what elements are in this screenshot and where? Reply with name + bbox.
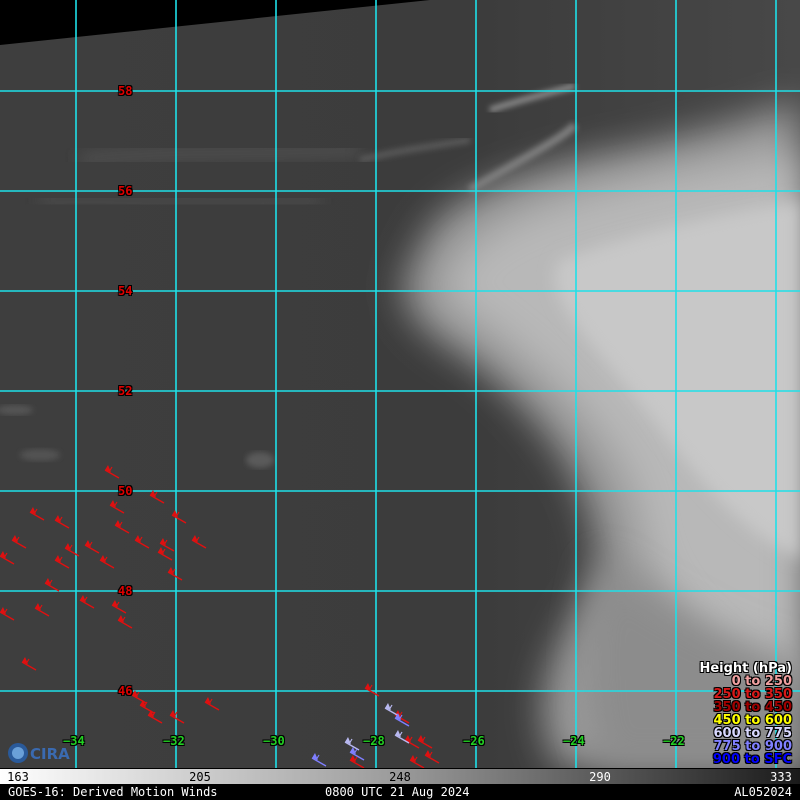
latitude-label: 58	[118, 84, 133, 98]
colorbar-label: 163	[7, 770, 29, 784]
storm-id: AL052024	[734, 785, 792, 799]
logo-text: CIRA	[30, 745, 70, 763]
colorbar-label: 333	[770, 770, 792, 784]
height-legend: Height (hPa) 0 to 250 250 to 350 350 to …	[699, 662, 792, 766]
colorbar-label: 205	[189, 770, 211, 784]
cira-logo: CIRA	[8, 743, 70, 763]
product-title: GOES-16: Derived Motion Winds	[8, 785, 218, 799]
image-footer: GOES-16: Derived Motion Winds 0800 UTC 2…	[0, 784, 800, 800]
temperature-colorbar: 163 205 248 290 333	[0, 768, 800, 785]
latitude-label: 54	[118, 284, 133, 298]
satellite-map: 58 56 54 52 50 48 46 −34 −32 −30 −28 −26…	[0, 0, 800, 800]
longitude-label: −22	[663, 734, 685, 748]
latitude-label: 52	[118, 384, 133, 398]
latitude-label: 48	[118, 584, 133, 598]
latitude-label: 50	[118, 484, 133, 498]
longitude-label: −30	[263, 734, 285, 748]
legend-entry: 900 to SFC	[712, 752, 792, 767]
longitude-label: −26	[463, 734, 485, 748]
colorbar-label: 248	[389, 770, 411, 784]
latitude-label: 46	[118, 684, 133, 698]
longitude-label: −28	[363, 734, 385, 748]
longitude-label: −24	[563, 734, 585, 748]
colorbar-label: 290	[589, 770, 611, 784]
timestamp: 0800 UTC 21 Aug 2024	[325, 785, 470, 799]
longitude-label: −32	[163, 734, 185, 748]
latitude-label: 56	[118, 184, 133, 198]
